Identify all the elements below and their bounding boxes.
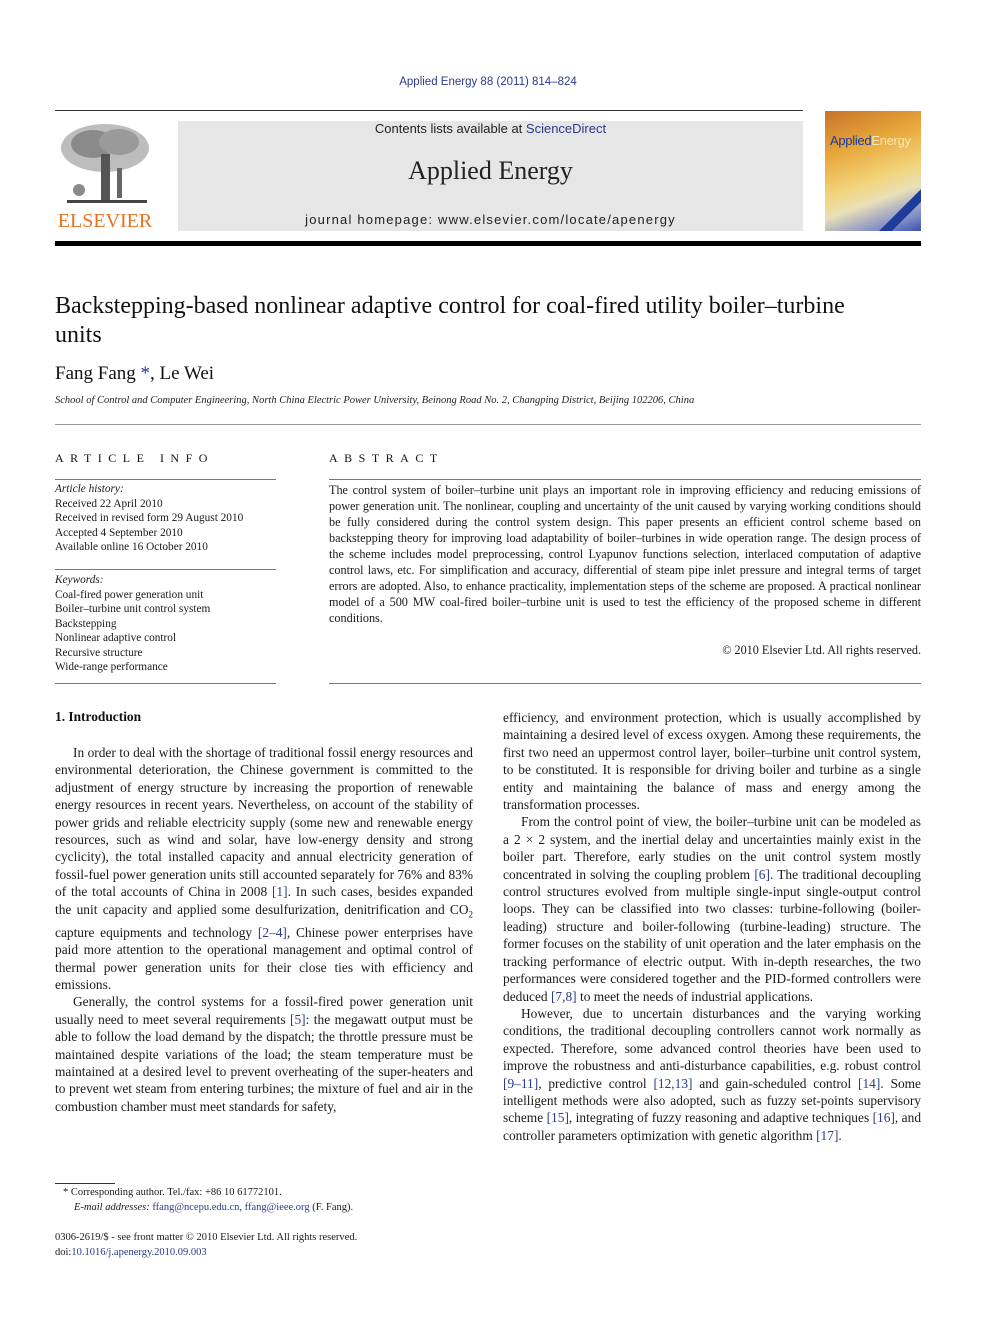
citation-link[interactable]: [16]	[873, 1110, 895, 1125]
text-run: However, due to uncertain disturbances a…	[503, 1005, 921, 1074]
abstract-heading: ABSTRACT	[329, 451, 444, 465]
affiliation: School of Control and Computer Engineeri…	[55, 395, 695, 406]
journal-cover-thumbnail[interactable]: AppliedEnergy	[825, 111, 921, 231]
paragraph-continued: efficiency, and environment protection, …	[503, 710, 921, 813]
doi-line: doi:10.1016/j.apenergy.2010.09.003	[55, 1246, 357, 1261]
keyword-item: Coal-fired power generation unit	[55, 588, 204, 601]
keyword-item: Backstepping	[55, 617, 117, 630]
sciencedirect-link[interactable]: ScienceDirect	[526, 121, 606, 136]
corresponding-author-mark[interactable]: *	[141, 363, 151, 384]
citation-link[interactable]: [12,13]	[653, 1076, 692, 1091]
author-separator: ,	[150, 363, 160, 384]
footnote-line: E-mail addresses: ffang@ncepu.edu.cn, ff…	[55, 1201, 353, 1216]
history-item: Received in revised form 29 August 2010	[55, 512, 244, 524]
history-item: Available online 16 October 2010	[55, 541, 208, 553]
citation-link[interactable]: [9–11]	[503, 1076, 538, 1091]
issn-line: 0306-2619/$ - see front matter © 2010 El…	[55, 1232, 358, 1243]
citation-link[interactable]: [5]	[290, 1012, 306, 1027]
citation-link[interactable]: [2–4]	[258, 925, 287, 940]
article-history-label: Article history:	[55, 483, 124, 495]
journal-homepage[interactable]: journal homepage: www.elsevier.com/locat…	[178, 212, 803, 227]
paragraph: In order to deal with the shortage of tr…	[55, 744, 473, 993]
front-matter: 0306-2619/$ - see front matter © 2010 El…	[55, 1231, 357, 1260]
paragraph: Generally, the control systems for a fos…	[55, 993, 473, 1115]
footnote-divider	[55, 1183, 115, 1184]
text-run: : the megawatt output must be able to fo…	[55, 1011, 473, 1114]
citation-link[interactable]: [1]	[272, 884, 288, 899]
paragraph: From the control point of view, the boil…	[503, 813, 921, 1004]
citation-link[interactable]: [14]	[858, 1076, 880, 1091]
footnote-text: Corresponding author. Tel./fax: +86 10 6…	[68, 1187, 282, 1198]
paragraph: However, due to uncertain disturbances a…	[503, 1005, 921, 1144]
keyword-item: Boiler–turbine unit control system	[55, 603, 211, 615]
doi-link[interactable]: 10.1016/j.apenergy.2010.09.003	[71, 1247, 206, 1258]
body-column-right: efficiency, and environment protection, …	[503, 709, 921, 1144]
doi-prefix: doi:	[55, 1246, 72, 1258]
journal-title: Applied Energy	[408, 156, 573, 185]
corresponding-author-footnote: * Corresponding author. Tel./fax: +86 10…	[55, 1186, 353, 1215]
top-divider	[55, 110, 803, 111]
keyword-item: Nonlinear adaptive control	[55, 632, 177, 644]
keyword-item: Recursive structure	[55, 646, 143, 659]
email-label: E-mail addresses:	[74, 1201, 153, 1213]
affiliation-divider	[55, 424, 921, 425]
paper-title: Backstepping-based nonlinear adaptive co…	[55, 293, 845, 348]
keywords-label: Keywords:	[55, 574, 104, 586]
article-info-divider	[55, 479, 276, 480]
article-info-divider	[55, 569, 276, 570]
author-name[interactable]: Fang Fang	[55, 363, 136, 384]
keyword-item: Wide-range performance	[55, 661, 168, 673]
text-run: In order to deal with the shortage of tr…	[55, 745, 473, 900]
email-link[interactable]: ffang@ncepu.edu.cn	[152, 1202, 239, 1213]
article-history: Article history: Received 22 April 2010 …	[55, 482, 280, 555]
subscript: 2	[468, 909, 474, 920]
author-list: Fang Fang *, Le Wei	[55, 363, 214, 385]
text-run: .	[838, 1127, 842, 1143]
header-thick-divider	[55, 241, 921, 246]
email-link[interactable]: ffang@ieee.org	[245, 1202, 310, 1213]
citation-link[interactable]: [15]	[547, 1110, 569, 1125]
section-heading-introduction: 1. Introduction	[55, 709, 142, 724]
elsevier-wordmark[interactable]: ELSEVIER	[55, 210, 155, 233]
abstract-copyright: © 2010 Elsevier Ltd. All rights reserved…	[722, 643, 921, 657]
cover-band	[876, 184, 921, 231]
abstract-text: The control system of boiler–turbine uni…	[329, 483, 921, 625]
contents-prefix: Contents lists available at	[374, 121, 526, 136]
cover-title-b: Energy	[871, 133, 911, 148]
keywords: Keywords: Coal-fired power generation un…	[55, 573, 280, 675]
footnote-line: * Corresponding author. Tel./fax: +86 10…	[55, 1186, 353, 1201]
text-run: and gain-scheduled control	[692, 1075, 859, 1091]
cover-title-a: Applied	[830, 133, 872, 148]
citation-link[interactable]: [6]	[754, 867, 770, 882]
journal-reference[interactable]: Applied Energy 88 (2011) 814–824	[0, 76, 976, 88]
author-name[interactable]: Le Wei	[160, 363, 215, 384]
history-item: Accepted 4 September 2010	[55, 526, 183, 539]
citation-link[interactable]: [17]	[816, 1128, 838, 1143]
abstract-divider	[329, 479, 921, 480]
text-run: to meet the needs of industrial applicat…	[576, 988, 814, 1004]
article-info-divider	[55, 683, 276, 684]
citation-link[interactable]: [7,8]	[551, 989, 577, 1004]
body-column-left: In order to deal with the shortage of tr…	[55, 744, 473, 1115]
cover-title: AppliedEnergy	[830, 133, 911, 148]
email-suffix: (F. Fang).	[309, 1201, 354, 1213]
contents-availability: Contents lists available at ScienceDirec…	[178, 121, 803, 136]
article-info-heading: ARTICLE INFO	[55, 451, 214, 465]
text-run: . The traditional decoupling control str…	[503, 866, 921, 1004]
text-run: , predictive control	[538, 1075, 654, 1091]
abstract-divider	[329, 683, 921, 684]
history-item: Received 22 April 2010	[55, 497, 163, 510]
text-run: capture equipments and technology	[55, 924, 258, 940]
text-run: , integrating of fuzzy reasoning and ada…	[568, 1110, 873, 1126]
